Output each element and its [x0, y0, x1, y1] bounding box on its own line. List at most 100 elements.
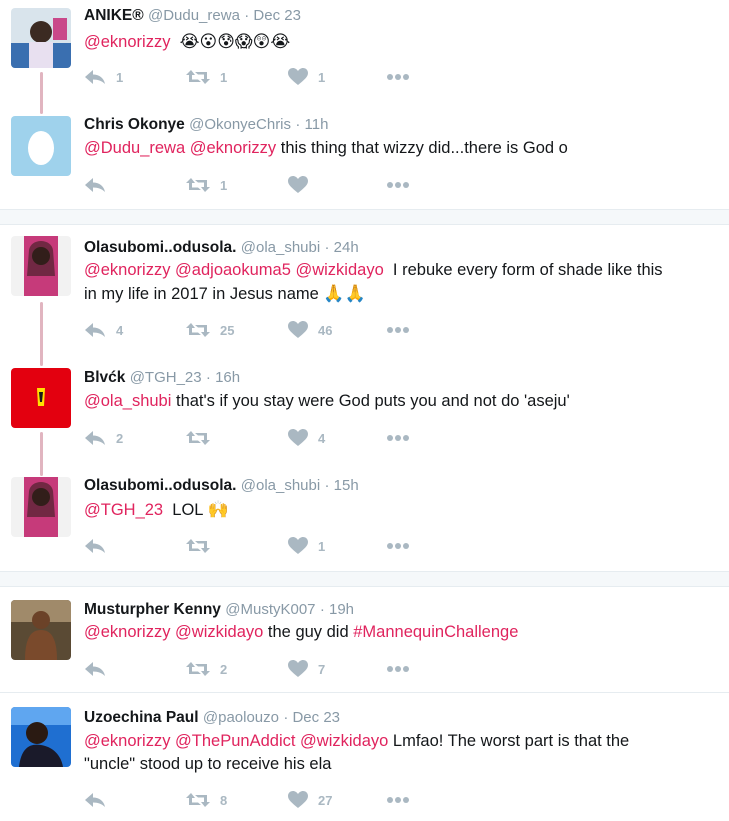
like-count: 27: [318, 792, 333, 808]
tweet[interactable]: Olasubomi..odusola. @ola_shubi · 24h @ek…: [0, 224, 729, 360]
user-handle[interactable]: @Dudu_rewa: [148, 7, 240, 24]
heart-icon: [288, 176, 308, 193]
retweet-button[interactable]: 8: [186, 790, 227, 810]
retweet-button[interactable]: 1: [186, 175, 227, 195]
more-button[interactable]: [386, 175, 410, 195]
tweet[interactable]: Musturpher Kenny @MustyK007 · 19h @eknor…: [0, 586, 729, 692]
like-button[interactable]: 27: [288, 790, 332, 810]
like-button[interactable]: 4: [288, 428, 325, 448]
mention-link[interactable]: @wizkidayo: [295, 261, 383, 279]
reply-button[interactable]: [84, 536, 116, 556]
reply-icon: [85, 662, 105, 676]
more-button[interactable]: [386, 320, 410, 340]
like-button[interactable]: 46: [288, 320, 332, 340]
reply-count: 2: [116, 430, 124, 446]
display-name[interactable]: Uzoechina Paul: [84, 709, 199, 726]
tweet-actions: 1: [84, 536, 484, 556]
reply-button[interactable]: 4: [84, 320, 123, 340]
like-button[interactable]: [288, 175, 318, 195]
more-dots-icon: [387, 666, 409, 672]
tweet[interactable]: ANIKE® @Dudu_rewa · Dec 23 @eknorizzy 😭😮…: [0, 0, 729, 102]
avatar[interactable]: [11, 236, 71, 296]
display-name[interactable]: ANIKE®: [84, 7, 144, 24]
retweet-icon: [186, 662, 210, 676]
mention-link[interactable]: @eknorizzy: [84, 33, 170, 51]
tweet-body: this thing that wizzy did...there is God…: [280, 139, 568, 157]
display-name[interactable]: Blvćk: [84, 369, 125, 386]
more-button[interactable]: [386, 659, 410, 679]
user-handle[interactable]: @ola_shubi: [241, 477, 320, 494]
retweet-button[interactable]: 2: [186, 659, 227, 679]
reply-button[interactable]: 1: [84, 67, 123, 87]
tweet-text: @eknorizzy @wizkidayo the guy did #Manne…: [84, 621, 714, 644]
timestamp[interactable]: · 15h: [325, 477, 359, 494]
retweet-count: 2: [220, 661, 228, 677]
tweet[interactable]: Uzoechina Paul @paolouzo · Dec 23 @eknor…: [0, 693, 729, 821]
like-button[interactable]: 7: [288, 659, 325, 679]
tweet-text: @Dudu_rewa @eknorizzy this thing that wi…: [84, 137, 714, 160]
heart-icon: [288, 321, 308, 338]
retweet-button[interactable]: [186, 428, 220, 448]
user-handle[interactable]: @TGH_23: [130, 369, 202, 386]
hashtag-link[interactable]: #MannequinChallenge: [353, 623, 518, 641]
emoji-text: 😭😮😰😱😲😭: [179, 32, 291, 51]
retweet-button[interactable]: 25: [186, 320, 234, 340]
mention-link[interactable]: @Dudu_rewa: [84, 139, 185, 157]
reply-button[interactable]: [84, 659, 116, 679]
mention-link[interactable]: @wizkidayo: [300, 732, 388, 750]
avatar[interactable]: [11, 116, 71, 176]
timestamp[interactable]: · 11h: [295, 116, 328, 133]
mention-link[interactable]: @eknorizzy: [84, 261, 170, 279]
mention-link[interactable]: @eknorizzy: [84, 623, 170, 641]
like-button[interactable]: 1: [288, 536, 325, 556]
like-count: 46: [318, 322, 333, 338]
like-button[interactable]: 1: [288, 67, 325, 87]
mention-link[interactable]: @eknorizzy: [84, 732, 170, 750]
mention-link[interactable]: @ola_shubi: [84, 392, 171, 410]
tweet[interactable]: Blvćk @TGH_23 · 16h @ola_shubi that's if…: [0, 362, 729, 470]
tweet[interactable]: Olasubomi..odusola. @ola_shubi · 15h @TG…: [0, 470, 729, 570]
timestamp[interactable]: · 19h: [320, 601, 354, 618]
display-name[interactable]: Musturpher Kenny: [84, 601, 221, 618]
user-handle[interactable]: @paolouzo: [203, 709, 279, 726]
display-name[interactable]: Chris Okonye: [84, 116, 185, 133]
mention-link[interactable]: @ThePunAddict: [175, 732, 295, 750]
timestamp[interactable]: · 24h: [325, 239, 359, 256]
retweet-button[interactable]: [186, 536, 220, 556]
retweet-count: 25: [220, 322, 235, 338]
avatar[interactable]: [11, 477, 71, 537]
reply-icon: [85, 323, 105, 337]
retweet-count: 8: [220, 792, 228, 808]
timestamp[interactable]: · Dec 23: [244, 7, 301, 24]
avatar[interactable]: [11, 600, 71, 660]
avatar[interactable]: [11, 368, 71, 428]
mention-link[interactable]: @adjoaokuma5: [175, 261, 291, 279]
more-button[interactable]: [386, 536, 410, 556]
tweet-actions: 1 1 1: [84, 67, 484, 87]
reply-button[interactable]: [84, 790, 116, 810]
retweet-button[interactable]: 1: [186, 67, 227, 87]
user-handle[interactable]: @OkonyeChris: [189, 116, 291, 133]
tweet-text: @TGH_23 LOL 🙌: [84, 498, 714, 522]
more-button[interactable]: [386, 790, 410, 810]
display-name[interactable]: Olasubomi..odusola.: [84, 477, 236, 494]
timestamp[interactable]: · 16h: [206, 369, 240, 386]
more-button[interactable]: [386, 428, 410, 448]
mention-link[interactable]: @eknorizzy: [190, 139, 276, 157]
avatar[interactable]: [11, 8, 71, 68]
conversation-separator: [0, 209, 729, 225]
timestamp[interactable]: · Dec 23: [283, 709, 340, 726]
user-handle[interactable]: @MustyK007: [225, 601, 315, 618]
reply-button[interactable]: 2: [84, 428, 123, 448]
more-dots-icon: [387, 543, 409, 549]
conversation-feed: ANIKE® @Dudu_rewa · Dec 23 @eknorizzy 😭😮…: [0, 0, 729, 821]
reply-button[interactable]: [84, 175, 116, 195]
more-button[interactable]: [386, 67, 410, 87]
display-name[interactable]: Olasubomi..odusola.: [84, 239, 236, 256]
tweet[interactable]: Chris Okonye @OkonyeChris · 11h @Dudu_re…: [0, 108, 729, 210]
mention-link[interactable]: @wizkidayo: [175, 623, 263, 641]
avatar[interactable]: [11, 707, 71, 767]
user-handle[interactable]: @ola_shubi: [241, 239, 320, 256]
tweet-text: @ola_shubi that's if you stay were God p…: [84, 390, 714, 413]
mention-link[interactable]: @TGH_23: [84, 501, 163, 519]
